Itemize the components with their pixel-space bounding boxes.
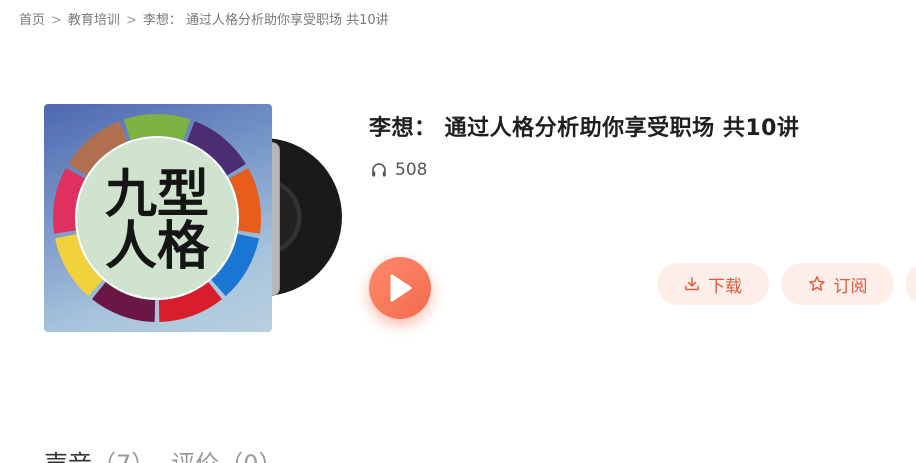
headphones-icon [370,161,388,179]
album-title: 李想： 通过人格分析助你享受职场 共10讲 [369,116,800,141]
breadcrumb-separator: > [51,13,62,28]
cover-text-line1: 九型 [105,165,209,225]
album-page: 首页 > 教育培训 > 李想： 通过人格分析助你享受职场 共10讲 九型 人格 李想： … [0,0,916,463]
download-icon [684,276,700,292]
play-icon [387,273,413,303]
play-button[interactable] [369,257,431,319]
breadcrumb: 首页 > 教育培训 > 李想： 通过人格分析助你享受职场 共10讲 [19,9,389,28]
download-button[interactable]: 下载 [657,263,769,305]
tab-reviews-label: 评价 [171,450,219,463]
album-cover[interactable]: 九型 人格 [44,104,272,332]
tab-sounds-label: 声音 [44,450,92,463]
breadcrumb-category[interactable]: 教育培训 [68,13,120,28]
star-icon [808,275,826,293]
more-button[interactable] [906,263,916,305]
content-tabs: 声音（7） 评价（0） [44,444,299,463]
breadcrumb-current: 李想： 通过人格分析助你享受职场 共10讲 [142,13,389,28]
tab-sounds[interactable]: 声音（7） [44,450,155,463]
cover-text-line2: 人格 [105,217,210,277]
tab-reviews[interactable]: 评价（0） [171,450,282,463]
listen-count-value: 508 [395,160,428,180]
breadcrumb-separator: > [125,13,137,28]
subscribe-button[interactable]: 订阅 [781,263,894,305]
breadcrumb-home[interactable]: 首页 [19,13,45,28]
album-cover-group: 九型 人格 [44,104,342,334]
tab-reviews-count: （0） [219,450,282,463]
subscribe-label: 订阅 [833,276,868,297]
listen-count: 508 [370,160,427,180]
tab-sounds-count: （7） [92,450,155,463]
download-label: 下载 [708,276,742,297]
cover-art: 九型 人格 [53,114,261,322]
